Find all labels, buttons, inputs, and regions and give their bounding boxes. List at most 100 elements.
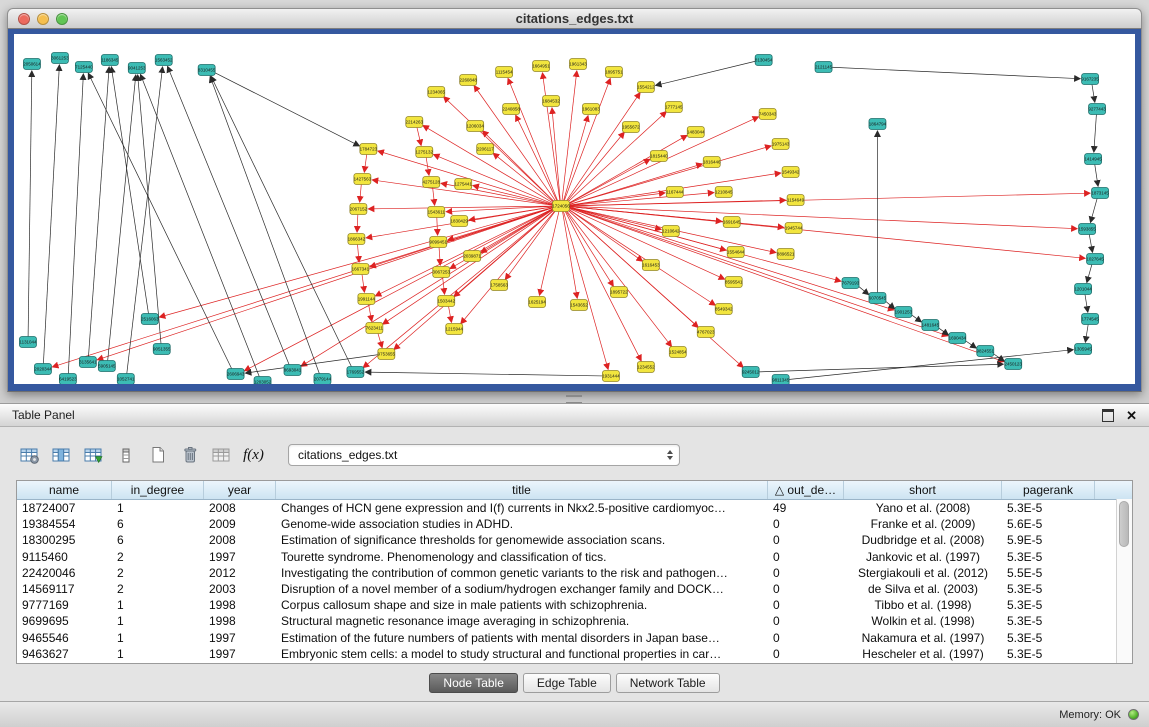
table-row[interactable]: 977716911998Corpus callosum shape and si… xyxy=(17,597,1132,613)
graph-node[interactable]: 1543652 xyxy=(570,300,588,311)
graph-node[interactable]: 2206117 xyxy=(477,144,495,155)
graph-node[interactable]: 4275128 xyxy=(423,177,441,188)
scrollbar-thumb[interactable] xyxy=(1119,501,1129,547)
graph-node[interactable]: 1215944 xyxy=(445,324,463,335)
column-header-in_degree[interactable]: in_degree xyxy=(112,481,204,499)
graph-node[interactable]: 7679193 xyxy=(842,278,860,289)
table-settings-button[interactable] xyxy=(16,442,43,468)
graph-edge[interactable] xyxy=(362,274,364,292)
graph-edge[interactable] xyxy=(437,217,438,235)
graph-node[interactable]: 5905145 xyxy=(98,361,116,372)
graph-node[interactable]: 1115454 xyxy=(496,67,513,78)
graph-node[interactable]: 1524854 xyxy=(669,347,687,358)
graph-edge[interactable] xyxy=(539,211,559,295)
graph-edge[interactable] xyxy=(357,244,359,262)
graph-node[interactable]: 1027645 xyxy=(1086,254,1104,265)
graph-node[interactable]: 7623411 xyxy=(366,323,384,334)
graph-edge[interactable] xyxy=(43,65,59,364)
graph-node[interactable]: 1664951 xyxy=(532,61,550,72)
graph-node[interactable]: 1901253 xyxy=(895,307,913,318)
column-header-short[interactable]: short xyxy=(844,481,1002,499)
graph-node[interactable]: 8693041 xyxy=(284,365,302,376)
graph-edge[interactable] xyxy=(789,350,1074,380)
graph-edge[interactable] xyxy=(1087,264,1092,283)
graph-node[interactable]: 2020344 xyxy=(34,364,52,375)
table-row[interactable]: 946362711997Embryonic stem cells: a mode… xyxy=(17,646,1132,662)
table-row[interactable]: 1830029562008Estimation of significance … xyxy=(17,532,1132,548)
graph-node[interactable]: 1866342 xyxy=(348,234,366,245)
graph-node[interactable]: 1275132 xyxy=(416,147,434,158)
graph-node[interactable]: 1201044 xyxy=(1074,284,1092,295)
graph-node[interactable]: 1774545 xyxy=(1081,314,1099,325)
table-row[interactable]: 2242004622012Investigating the contribut… xyxy=(17,565,1132,581)
graph-edge[interactable] xyxy=(1095,164,1098,186)
graph-node[interactable]: 8310455 xyxy=(198,65,216,76)
graph-node[interactable]: 1769552 xyxy=(347,367,365,378)
graph-node[interactable]: 1975143 xyxy=(772,139,790,150)
graph-edge[interactable] xyxy=(168,66,290,365)
graph-edge[interactable] xyxy=(482,131,555,203)
graph-edge[interactable] xyxy=(568,159,650,204)
graph-node[interactable]: 6419523 xyxy=(59,374,77,385)
graph-node[interactable]: 1777145 xyxy=(665,102,683,113)
graph-node[interactable]: 1816446 xyxy=(703,157,721,168)
graph-node[interactable]: 7125440 xyxy=(75,62,93,73)
graph-node[interactable]: 2450123 xyxy=(1004,359,1022,370)
column-header-name[interactable]: name xyxy=(17,481,112,499)
graph-edge[interactable] xyxy=(383,209,555,324)
graph-node[interactable]: 1784723 xyxy=(360,144,378,155)
graph-edge[interactable] xyxy=(439,247,440,265)
graph-node[interactable]: 9824551 xyxy=(977,346,995,357)
graph-node[interactable]: 1667341 xyxy=(352,264,370,275)
graph-node[interactable]: 1593855 xyxy=(1078,224,1096,235)
graph-edge[interactable] xyxy=(417,127,421,146)
graph-node[interactable]: 4767023 xyxy=(697,327,715,338)
table-row[interactable]: 946554611997Estimation of the future num… xyxy=(17,630,1132,646)
graph-node[interactable]: 1275441 xyxy=(454,179,472,190)
graph-node[interactable]: 8130454 xyxy=(755,55,773,66)
graph-node[interactable]: 1427563 xyxy=(354,174,372,185)
graph-node[interactable]: 8896521 xyxy=(777,249,795,260)
graph-node[interactable]: 1203052 xyxy=(254,377,272,385)
graph-node[interactable]: 1961083 xyxy=(582,104,600,115)
graph-node[interactable]: 1873145 xyxy=(1091,188,1109,199)
graph-node[interactable]: 2260848 xyxy=(459,75,477,86)
network-window-titlebar[interactable]: citations_edges.txt xyxy=(7,8,1142,29)
graph-node[interactable]: 1895722 xyxy=(610,287,628,298)
graph-node[interactable]: 1684532 xyxy=(542,96,560,107)
graph-edge[interactable] xyxy=(357,214,358,232)
graph-node[interactable]: 1206034 xyxy=(466,121,484,132)
graph-edge[interactable] xyxy=(210,77,319,375)
graph-node[interactable]: 1625194 xyxy=(528,297,546,308)
graph-node[interactable]: 3135641 xyxy=(79,357,97,368)
graph-edge[interactable] xyxy=(214,72,360,146)
graph-node[interactable]: 1483044 xyxy=(687,127,705,138)
table-row[interactable]: 1938455462009Genome-wide association stu… xyxy=(17,516,1132,532)
graph-node[interactable]: 2606943 xyxy=(227,369,245,380)
graph-edge[interactable] xyxy=(88,73,232,369)
graph-node[interactable]: 9051355 xyxy=(153,344,171,355)
graph-node[interactable]: 1554644 xyxy=(727,247,745,258)
graph-node[interactable]: 3067253 xyxy=(433,267,451,278)
graph-node[interactable]: 1815440 xyxy=(650,151,668,162)
graph-node[interactable]: 9041253 xyxy=(128,63,146,74)
graph-node[interactable]: 1186345 xyxy=(101,55,119,66)
float-panel-icon[interactable] xyxy=(1102,409,1114,422)
graph-node[interactable]: 1131044 xyxy=(19,337,37,348)
column-header-pagerank[interactable]: pagerank xyxy=(1002,481,1095,499)
graph-node[interactable]: 9167235 xyxy=(1081,74,1099,85)
graph-node[interactable]: 3061253 xyxy=(51,53,69,64)
graph-edge[interactable] xyxy=(566,93,640,202)
graph-edge[interactable] xyxy=(443,277,445,294)
graph-node[interactable]: 9245012 xyxy=(742,367,760,378)
graph-node[interactable]: 1210642 xyxy=(662,226,680,237)
column-chooser-button[interactable] xyxy=(48,442,75,468)
graph-edge[interactable] xyxy=(566,210,672,347)
graph-edge[interactable] xyxy=(363,209,555,367)
graph-edge[interactable] xyxy=(759,364,1004,372)
graph-node[interactable]: 9811345 xyxy=(772,375,790,385)
graph-edge[interactable] xyxy=(1094,114,1097,152)
graph-edge[interactable] xyxy=(138,75,161,344)
graph-node[interactable]: 2079144 xyxy=(314,374,332,385)
graph-edge[interactable] xyxy=(52,207,553,366)
